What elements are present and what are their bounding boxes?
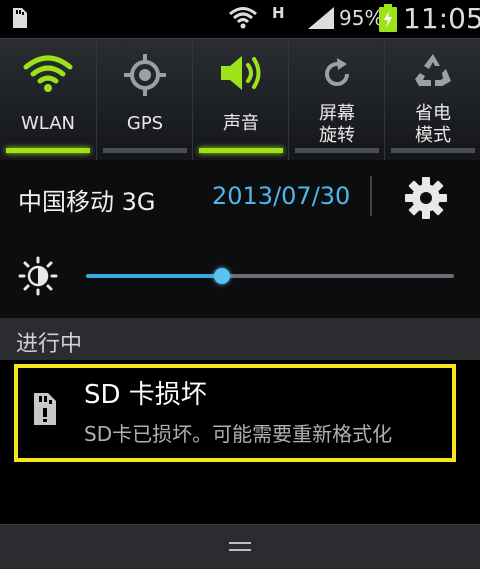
toggle-sound[interactable]: 声音 — [192, 39, 289, 161]
toggle-indicator — [103, 148, 187, 153]
toggle-indicator — [6, 148, 90, 153]
rotate-icon — [289, 57, 385, 91]
notification-title: SD 卡损坏 — [84, 380, 207, 410]
handle-lines-icon — [229, 542, 251, 551]
toggle-screen-rotation[interactable]: 屏幕 旋转 — [288, 39, 385, 161]
clock: 11:05 — [403, 1, 480, 35]
toggle-wlan[interactable]: WLAN — [0, 39, 96, 161]
slider-fill — [86, 274, 223, 278]
toggle-label: WLAN — [20, 113, 76, 134]
notification-text: SD卡已损坏。可能需要重新格式化 — [84, 422, 393, 446]
toggle-indicator — [391, 148, 475, 153]
slider-thumb[interactable] — [214, 268, 231, 284]
carrier-name: 中国移动 3G — [18, 188, 156, 216]
speaker-icon — [193, 53, 289, 97]
settings-gear-icon[interactable] — [402, 174, 450, 222]
sd-card-icon — [10, 0, 28, 36]
ongoing-section-header: 进行中 — [0, 318, 480, 360]
date: 2013/07/30 — [212, 182, 351, 210]
info-row: 中国移动 3G 2013/07/30 — [0, 160, 480, 235]
section-title: 进行中 — [16, 332, 83, 357]
status-bar: H 95% 11:05 — [0, 0, 480, 36]
brightness-icon — [18, 256, 58, 296]
toggle-label: 省电 模式 — [415, 103, 451, 146]
toggle-label: 屏幕 旋转 — [319, 103, 355, 146]
recycle-icon — [385, 51, 480, 89]
cell-signal-icon — [306, 0, 336, 36]
toggle-label: GPS — [126, 113, 164, 134]
network-type: H — [272, 4, 285, 22]
toggle-indicator — [199, 148, 283, 153]
toggle-indicator — [295, 148, 379, 153]
sd-card-icon — [30, 392, 58, 426]
wifi-icon — [0, 53, 96, 97]
toggle-gps[interactable]: GPS — [96, 39, 193, 161]
panel-drag-handle[interactable] — [0, 524, 480, 569]
battery-percent: 95% — [339, 6, 384, 30]
divider — [370, 176, 372, 216]
brightness-slider[interactable] — [86, 268, 454, 284]
toggle-label: 声音 — [223, 113, 259, 134]
brightness-row — [0, 234, 480, 318]
quick-settings-panel: WLAN GPS 声音 屏幕 旋转 省电 模式 — [0, 38, 480, 162]
gps-icon — [97, 53, 193, 97]
toggle-power-saving[interactable]: 省电 模式 — [384, 39, 480, 161]
wifi-signal-icon — [228, 0, 258, 36]
notification-sd-card-damaged[interactable]: SD 卡损坏 SD卡已损坏。可能需要重新格式化 — [14, 364, 456, 462]
battery-icon — [378, 0, 398, 36]
